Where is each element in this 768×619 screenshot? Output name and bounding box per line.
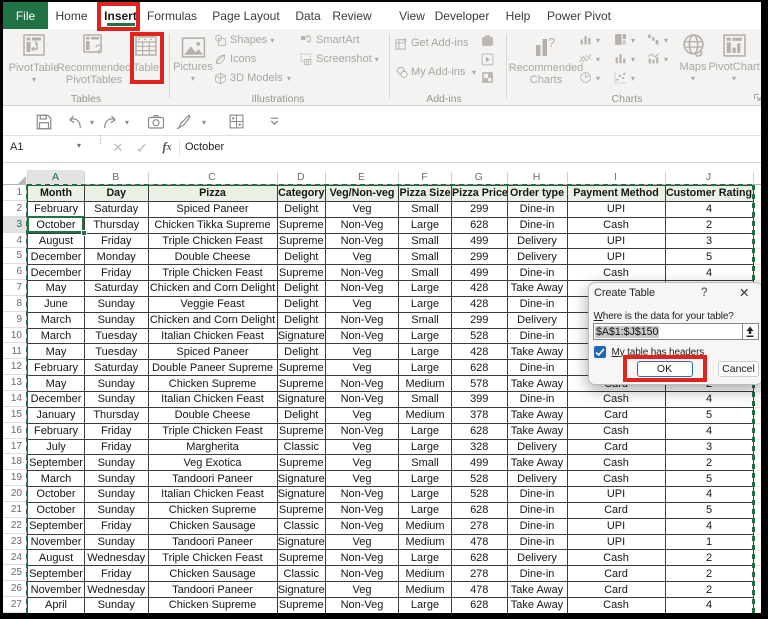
svg-text:?: ? bbox=[95, 41, 103, 57]
svg-text:?: ? bbox=[548, 35, 555, 50]
